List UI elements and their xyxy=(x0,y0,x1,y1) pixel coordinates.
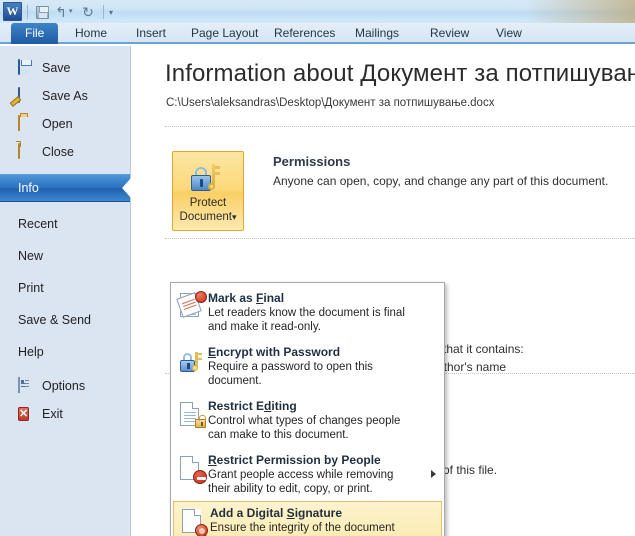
open-folder-icon xyxy=(18,114,35,133)
sidebar-item-label: New xyxy=(18,249,44,263)
menu-item-description: Ensure the integrity of the documentby a… xyxy=(210,522,395,534)
menu-item-add-a-digital-signature[interactable]: Add a Digital Signature Ensure the integ… xyxy=(173,501,442,536)
sidebar-item-label: Save & Send xyxy=(18,313,91,327)
options-icon xyxy=(18,376,35,395)
restrict-editing-icon xyxy=(178,399,208,431)
menu-item-title: Restrict Permission by People xyxy=(208,453,381,467)
tab-file[interactable]: File xyxy=(11,23,59,44)
backstage-view: Save Save As Open Close Info Recent New … xyxy=(0,46,635,536)
menu-item-title: Restrict Editing xyxy=(208,399,297,413)
menu-item-title: Add a Digital Signature xyxy=(210,506,343,520)
menu-item-description: Let readers know the document is final an… xyxy=(208,307,405,333)
qat-divider xyxy=(27,4,28,19)
save-icon xyxy=(18,58,35,77)
tab-view[interactable]: View xyxy=(487,23,531,44)
sidebar-item-save[interactable]: Save xyxy=(0,54,130,82)
sidebar-item-label: Help xyxy=(18,345,44,359)
save-icon[interactable] xyxy=(33,3,51,21)
sidebar-item-recent[interactable]: Recent xyxy=(0,210,130,238)
title-bar: W ↰ ▾ ↻ ▾ xyxy=(0,0,635,23)
sidebar-item-info[interactable]: Info xyxy=(0,174,131,202)
tab-page-layout[interactable]: Page Layout xyxy=(182,23,267,44)
undo-icon[interactable]: ↰ xyxy=(52,3,70,21)
menu-item-restrict-editing[interactable]: Restrict Editing Control what types of c… xyxy=(171,394,444,448)
sidebar-item-save-as[interactable]: Save As xyxy=(0,82,130,110)
exit-icon: ✕ xyxy=(18,406,30,421)
menu-item-encrypt-with-password[interactable]: Encrypt with Password Require a password… xyxy=(171,340,444,394)
tab-references[interactable]: References xyxy=(265,23,344,44)
menu-item-title: Mark as Final xyxy=(208,291,285,305)
document-path: C:\Users\aleksandras\Desktop\Документ за… xyxy=(166,97,495,109)
section-divider-1 xyxy=(165,126,635,127)
word-icon[interactable]: W xyxy=(3,2,22,21)
protect-document-button[interactable]: Protect Document▾ xyxy=(172,151,244,231)
word-backstage-window: W ↰ ▾ ↻ ▾ File Home Insert Page Layout R… xyxy=(0,0,635,536)
sidebar-item-label: Close xyxy=(42,145,74,159)
backstage-sidebar: Save Save As Open Close Info Recent New … xyxy=(0,46,131,536)
check-issues-text-1: that it contains: xyxy=(443,342,524,356)
sidebar-item-label: Options xyxy=(42,379,86,393)
customize-qat-icon[interactable]: ▾ xyxy=(109,3,127,21)
sidebar-item-label: Exit xyxy=(42,407,63,421)
sidebar-item-label: Recent xyxy=(18,217,58,231)
permissions-description: Anyone can open, copy, and change any pa… xyxy=(273,174,609,188)
close-folder-icon xyxy=(18,142,35,161)
sidebar-item-help[interactable]: Help xyxy=(0,338,130,366)
sidebar-divider xyxy=(0,166,130,174)
permissions-heading: Permissions xyxy=(273,154,351,169)
restrict-permission-icon xyxy=(178,453,208,485)
tab-review[interactable]: Review xyxy=(421,23,478,44)
sidebar-item-open[interactable]: Open xyxy=(0,110,130,138)
menu-item-description: Grant people access while removing their … xyxy=(208,469,394,495)
mark-as-final-icon xyxy=(176,291,208,323)
sidebar-item-label: Save xyxy=(42,61,71,75)
check-issues-text-2: uthor's name xyxy=(437,360,506,374)
sidebar-item-exit[interactable]: ✕ Exit xyxy=(0,400,130,428)
selection-chevron-icon xyxy=(122,178,131,198)
menu-item-title: Encrypt with Password xyxy=(208,345,341,359)
sidebar-item-print[interactable]: Print xyxy=(0,274,130,302)
sidebar-item-label: Open xyxy=(42,117,73,131)
sidebar-item-label: Print xyxy=(18,281,44,295)
sidebar-item-label: Info xyxy=(18,181,39,195)
menu-item-description: Require a password to open this document. xyxy=(208,361,373,387)
protect-button-line1: Protect xyxy=(189,197,227,209)
sidebar-item-options[interactable]: Options xyxy=(0,372,130,400)
save-as-icon xyxy=(18,86,35,105)
menu-item-restrict-permission-by-people[interactable]: Restrict Permission by People Grant peop… xyxy=(171,448,444,502)
page-title: Information about Документ за потпишувањ… xyxy=(165,60,635,87)
redo-icon[interactable]: ↻ xyxy=(79,3,97,21)
menu-item-description: Control what types of changes people can … xyxy=(208,415,401,441)
undo-dropdown-icon[interactable]: ▾ xyxy=(69,3,78,21)
tab-insert[interactable]: Insert xyxy=(127,23,175,44)
protect-button-line2: Document xyxy=(179,211,232,223)
qat-divider-2 xyxy=(103,4,104,19)
encrypt-with-password-icon xyxy=(178,345,208,377)
quick-access-toolbar: W ↰ ▾ ↻ ▾ xyxy=(3,2,128,21)
menu-item-mark-as-final[interactable]: Mark as Final Let readers know the docum… xyxy=(171,286,444,340)
sidebar-item-close[interactable]: Close xyxy=(0,138,130,166)
ribbon-tab-strip: File Home Insert Page Layout References … xyxy=(0,23,635,44)
tab-home[interactable]: Home xyxy=(66,23,116,44)
tab-mailings[interactable]: Mailings xyxy=(346,23,408,44)
digital-signature-icon xyxy=(180,506,210,536)
sidebar-item-save-and-send[interactable]: Save & Send xyxy=(0,306,130,334)
lock-and-key-icon xyxy=(191,161,225,191)
sidebar-divider-2 xyxy=(0,202,130,210)
section-divider-2 xyxy=(165,238,635,239)
submenu-arrow-icon xyxy=(431,470,436,478)
sidebar-item-new[interactable]: New xyxy=(0,242,130,270)
protect-document-dropdown-menu: Mark as Final Let readers know the docum… xyxy=(170,282,445,536)
sidebar-item-label: Save As xyxy=(42,89,88,103)
chevron-down-icon[interactable]: ▾ xyxy=(232,212,237,222)
